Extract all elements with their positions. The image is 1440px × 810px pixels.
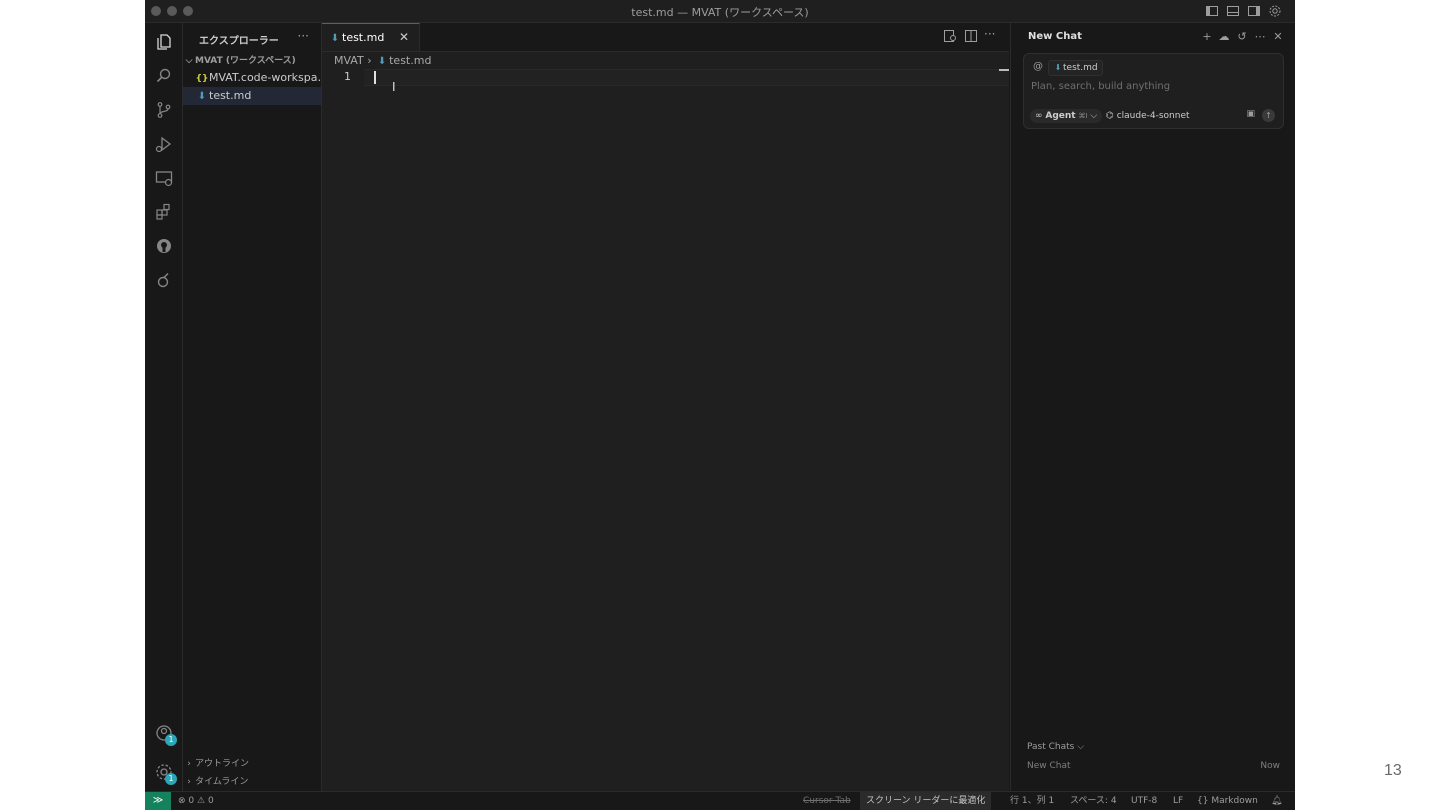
- context-chip[interactable]: ⬇ test.md: [1048, 60, 1103, 76]
- mouse-ibeam-cursor: I: [392, 80, 396, 94]
- braces-icon: {}: [1197, 796, 1212, 806]
- chevron-down-icon: ⌵: [1077, 742, 1085, 752]
- error-icon: ⊗: [178, 796, 189, 806]
- explorer-sidebar: エクスプローラー ··· ⌵ MVAT (ワークスペース) {}MVAT.code…: [183, 23, 322, 791]
- breadcrumb-root[interactable]: MVAT: [334, 54, 364, 67]
- minimap-slider[interactable]: [999, 69, 1009, 71]
- json-icon: {}: [195, 74, 209, 84]
- markdown-icon: ⬇: [330, 33, 340, 44]
- past-chats-toggle[interactable]: Past Chats ⌵: [1027, 742, 1084, 752]
- chat-title: New Chat: [1028, 31, 1082, 42]
- text-caret: [374, 71, 376, 84]
- history-icon[interactable]: ↺: [1236, 31, 1248, 43]
- chevron-right-icon: ›: [187, 759, 191, 769]
- warning-icon: ⚠: [197, 796, 208, 806]
- chevron-right-icon: ›: [187, 777, 191, 787]
- explorer-more-button[interactable]: ···: [298, 29, 309, 43]
- manage-gear-icon[interactable]: 1: [154, 762, 177, 785]
- breadcrumb: MVAT › ⬇ test.md: [334, 54, 431, 67]
- settings-badge: 1: [165, 773, 177, 785]
- cursor-position[interactable]: 行 1、列 1: [1010, 792, 1054, 810]
- accounts-badge: 1: [165, 734, 177, 746]
- toggle-primary-sidebar-icon[interactable]: [1205, 4, 1219, 18]
- cloud-icon[interactable]: ☁: [1218, 31, 1230, 43]
- tab-test-md[interactable]: ⬇ test.md ✕: [322, 23, 420, 51]
- slide-page-number: 13: [1384, 762, 1402, 779]
- problems-indicator[interactable]: ⊗ 0 ⚠ 0: [178, 792, 214, 810]
- remote-indicator-icon[interactable]: ≫: [145, 792, 171, 810]
- past-chat-time: Now: [1260, 761, 1280, 771]
- open-preview-icon[interactable]: [943, 29, 957, 43]
- send-button[interactable]: ↑: [1262, 109, 1275, 122]
- chevron-down-icon: ⌵: [185, 56, 193, 66]
- breadcrumb-file[interactable]: test.md: [389, 54, 431, 67]
- chat-panel: New Chat + ☁ ↺ ⋯ ✕ @ ⬇ test.md Plan, sear…: [1010, 23, 1295, 791]
- chevron-right-icon: ›: [367, 54, 376, 67]
- workspace-root[interactable]: ⌵ MVAT (ワークスペース): [183, 52, 321, 70]
- toggle-panel-icon[interactable]: [1226, 4, 1240, 18]
- chat-composer[interactable]: @ ⬇ test.md Plan, search, build anything …: [1023, 53, 1284, 129]
- language-mode[interactable]: {} Markdown: [1197, 792, 1258, 810]
- title-bar: test.md — MVAT (ワークスペース): [145, 0, 1295, 23]
- tab-bar: ⬇ test.md ✕ ···: [322, 23, 1009, 52]
- split-editor-icon[interactable]: [964, 29, 978, 43]
- tab-label: test.md: [342, 31, 385, 44]
- file-item-workspace[interactable]: {}MVAT.code-workspa…: [183, 69, 321, 87]
- close-icon[interactable]: ✕: [399, 24, 409, 51]
- file-item-test-md[interactable]: ⬇ test.md: [183, 87, 321, 105]
- markdown-icon: ⬇: [197, 91, 207, 102]
- timeline-section[interactable]: › タイムライン: [183, 774, 321, 791]
- model-icon: ⌬: [1106, 111, 1117, 121]
- mention-button[interactable]: @: [1033, 61, 1043, 72]
- close-icon[interactable]: ✕: [1272, 31, 1284, 43]
- files-icon[interactable]: [154, 32, 174, 52]
- model-selector[interactable]: ⌬ claude-4-sonnet: [1106, 109, 1190, 123]
- infinity-icon: ∞: [1035, 111, 1046, 121]
- current-line-highlight: [364, 69, 1009, 86]
- screen-reader-status[interactable]: スクリーン リーダーに最適化: [860, 792, 992, 810]
- status-bar: ≫ ⊗ 0 ⚠ 0 Cursor Tab スクリーン リーダーに最適化 行 1、…: [145, 791, 1295, 810]
- markdown-icon: ⬇: [377, 56, 387, 67]
- encoding[interactable]: UTF-8: [1131, 792, 1157, 810]
- testing-icon[interactable]: [154, 270, 174, 290]
- toggle-secondary-sidebar-icon[interactable]: [1247, 4, 1261, 18]
- bell-icon[interactable]: 🔔︎: [1271, 792, 1282, 810]
- indentation[interactable]: スペース: 4: [1070, 792, 1117, 810]
- search-icon[interactable]: [154, 66, 174, 86]
- gear-icon[interactable]: [1268, 4, 1282, 18]
- markdown-icon: ⬇: [1054, 63, 1062, 72]
- explorer-title: エクスプローラー: [199, 36, 279, 47]
- extensions-icon[interactable]: [154, 202, 174, 222]
- run-debug-icon[interactable]: [154, 134, 174, 154]
- line-number: 1: [344, 70, 351, 83]
- past-chat-item[interactable]: New Chat: [1027, 761, 1071, 771]
- cursor-tab-status[interactable]: Cursor Tab: [803, 792, 851, 810]
- plus-icon[interactable]: +: [1201, 31, 1213, 43]
- activity-bar: 1 1: [145, 23, 183, 791]
- more-icon[interactable]: ⋯: [1254, 31, 1266, 43]
- chat-input-placeholder: Plan, search, build anything: [1031, 81, 1171, 92]
- agent-mode-dropdown[interactable]: ∞ Agent ⌘I ⌵: [1030, 109, 1103, 123]
- accounts-icon[interactable]: 1: [154, 723, 177, 746]
- remote-explorer-icon[interactable]: [154, 168, 174, 188]
- source-control-icon[interactable]: [154, 100, 174, 120]
- github-icon[interactable]: [154, 236, 174, 256]
- image-icon[interactable]: ▣: [1246, 109, 1255, 119]
- editor-area: ⬇ test.md ✕ ··· MVAT › ⬇ test.md 1 I: [322, 23, 1009, 791]
- editor-window: test.md — MVAT (ワークスペース) 1 1 エクスプローラー ··…: [145, 0, 1295, 810]
- end-of-line[interactable]: LF: [1173, 792, 1183, 810]
- more-actions-icon[interactable]: ···: [984, 27, 998, 41]
- window-title: test.md — MVAT (ワークスペース): [631, 6, 809, 19]
- outline-section[interactable]: › アウトライン: [183, 756, 321, 773]
- chevron-down-icon: ⌵: [1090, 111, 1098, 121]
